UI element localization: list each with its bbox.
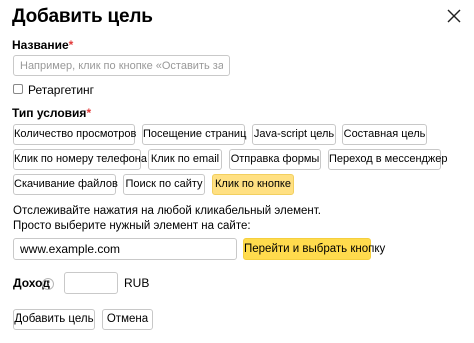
condition-chip-site-search[interactable]: Поиск по сайту bbox=[123, 174, 205, 195]
condition-type-label-text: Тип условия bbox=[12, 106, 87, 120]
condition-chip-page-visits[interactable]: Посещение страниц bbox=[142, 124, 246, 145]
pick-button-button[interactable]: Перейти и выбрать кнопку bbox=[243, 238, 385, 260]
required-mark: * bbox=[86, 106, 92, 120]
goal-name-input[interactable] bbox=[13, 55, 230, 76]
condition-chip-phone-click[interactable]: Клик по номеру телефона bbox=[13, 149, 147, 170]
close-icon[interactable] bbox=[447, 9, 461, 23]
condition-chip-composite-goal[interactable]: Составная цель bbox=[342, 124, 427, 145]
required-mark: * bbox=[68, 38, 74, 52]
add-goal-button[interactable]: Добавить цель bbox=[13, 309, 95, 330]
instruction-line-2: Просто выберите нужный элемент на сайте: bbox=[13, 220, 251, 232]
site-url-input[interactable] bbox=[13, 238, 237, 260]
condition-chip-js-goal[interactable]: Java-script цель bbox=[252, 124, 336, 145]
retargeting-label[interactable]: Ретаргетинг bbox=[28, 83, 94, 97]
dialog-title: Добавить цель bbox=[12, 6, 153, 27]
condition-chip-messenger[interactable]: Переход в мессенджер bbox=[328, 149, 448, 170]
name-label-text: Название bbox=[12, 38, 69, 52]
condition-chip-file-download[interactable]: Скачивание файлов bbox=[13, 174, 118, 195]
condition-type-label: Тип условия* bbox=[12, 106, 91, 120]
help-icon[interactable]: ? bbox=[42, 278, 54, 290]
cancel-button[interactable]: Отмена bbox=[102, 309, 153, 330]
condition-chip-views[interactable]: Количество просмотров bbox=[13, 124, 136, 145]
name-label: Название* bbox=[12, 38, 73, 52]
income-input[interactable] bbox=[64, 272, 118, 294]
currency-label: RUB bbox=[124, 276, 150, 290]
instruction-line-1: Отслеживайте нажатия на любой кликабельн… bbox=[13, 205, 321, 217]
condition-chip-email-click[interactable]: Клик по email bbox=[148, 149, 222, 170]
condition-chip-form-submit[interactable]: Отправка формы bbox=[229, 149, 321, 170]
retargeting-checkbox[interactable] bbox=[13, 84, 23, 94]
condition-chip-button-click[interactable]: Клик по кнопке bbox=[212, 174, 294, 195]
